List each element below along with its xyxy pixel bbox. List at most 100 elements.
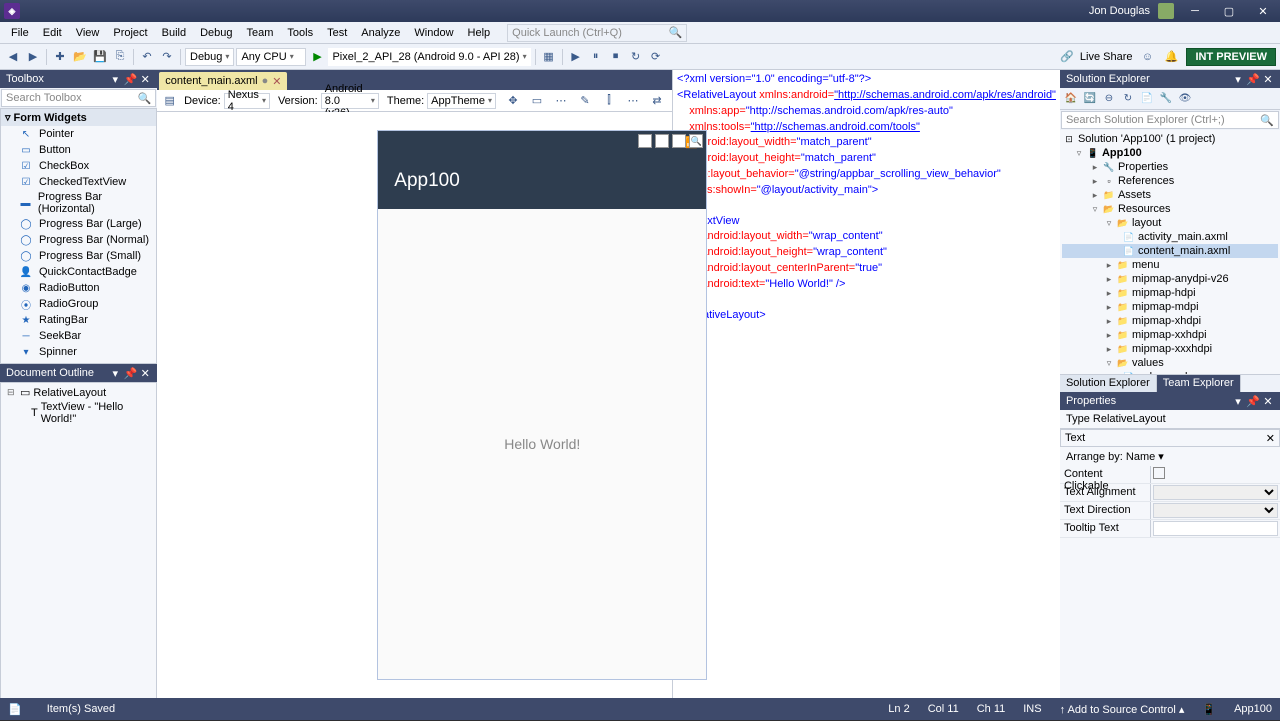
close-icon[interactable]: ✕ <box>1262 73 1274 85</box>
solution-node[interactable]: ⊡Solution 'App100' (1 project) <box>1062 132 1278 146</box>
forward-button[interactable]: ▶ <box>24 48 42 66</box>
menu-debug[interactable]: Debug <box>193 25 239 41</box>
tree-node[interactable]: ▸📁mipmap-hdpi <box>1062 286 1278 300</box>
toolbox-item[interactable]: ▾Spinner <box>1 344 156 360</box>
tree-node[interactable]: ▸🔧Properties <box>1062 160 1278 174</box>
close-icon[interactable]: ✕ <box>139 73 151 85</box>
toolbox-item[interactable]: ↖Pointer <box>1 126 156 142</box>
live-share-button[interactable]: Live Share <box>1080 51 1133 63</box>
tree-node[interactable]: ▸📁mipmap-anydpi-v26 <box>1062 272 1278 286</box>
edit-icon[interactable]: ✎ <box>576 92 594 110</box>
open-button[interactable]: 📂 <box>71 48 89 66</box>
se-search-input[interactable]: Search Solution Explorer (Ctrl+;)🔍 <box>1061 111 1279 129</box>
swap-icon[interactable]: ⇄ <box>648 92 666 110</box>
toolbox-item[interactable]: ─SeekBar <box>1 328 156 344</box>
outline-root[interactable]: ⊟▭RelativeLayout <box>3 385 154 400</box>
select-icon[interactable]: ▭ <box>528 92 546 110</box>
close-button[interactable]: ✕ <box>1250 1 1276 21</box>
close-icon[interactable]: ✕ <box>139 367 151 379</box>
avatar[interactable] <box>1158 3 1174 19</box>
tree-node[interactable]: ▸📁mipmap-mdpi <box>1062 300 1278 314</box>
maximize-button[interactable]: ▢ <box>1216 1 1242 21</box>
tab-solution-explorer[interactable]: Solution Explorer <box>1060 375 1157 392</box>
view-mode-icon[interactable]: ▤ <box>163 92 176 110</box>
start-button[interactable]: ▶ <box>308 48 326 66</box>
props-arrange[interactable]: Arrange by: Name ▾ <box>1060 447 1280 466</box>
new-button[interactable]: ✚ <box>51 48 69 66</box>
pin-icon[interactable]: ▾ <box>109 367 121 379</box>
more-icon[interactable]: ⋯ <box>624 92 642 110</box>
overlay-icon[interactable]: ◫ <box>638 134 652 148</box>
overlay-icon[interactable]: ☼ <box>655 134 669 148</box>
tree-node[interactable]: ▸📁mipmap-xxxhdpi <box>1062 342 1278 356</box>
device-combo[interactable]: Pixel_2_API_28 (Android 9.0 - API 28) <box>328 48 530 66</box>
menu-tools[interactable]: Tools <box>280 25 320 41</box>
undo-button[interactable]: ↶ <box>138 48 156 66</box>
pin-icon[interactable]: ▾ <box>109 73 121 85</box>
outline-child[interactable]: TTextView - "Hello World!" <box>3 400 154 426</box>
properties-icon[interactable]: 🔧 <box>1158 91 1174 107</box>
pin-icon[interactable]: 📌 <box>124 367 136 379</box>
toolbox-item[interactable]: ◯Progress Bar (Small) <box>1 248 156 264</box>
toolbox-item[interactable]: ◉RadioButton <box>1 280 156 296</box>
menu-team[interactable]: Team <box>240 25 281 41</box>
menu-project[interactable]: Project <box>106 25 154 41</box>
feedback-button[interactable]: ☺ <box>1138 48 1156 66</box>
toolbox-item[interactable]: ◯Progress Bar (Large) <box>1 216 156 232</box>
clear-icon[interactable]: ✕ <box>1266 432 1275 445</box>
tree-node[interactable]: ▸📁mipmap-xhdpi <box>1062 314 1278 328</box>
menu-build[interactable]: Build <box>155 25 193 41</box>
save-all-button[interactable]: ⎘ <box>111 48 129 66</box>
save-button[interactable]: 💾 <box>91 48 109 66</box>
tab-team-explorer[interactable]: Team Explorer <box>1157 375 1241 392</box>
file-node[interactable]: 📄content_main.axml <box>1062 244 1278 258</box>
props-category[interactable]: Text✕ <box>1060 429 1280 447</box>
minimize-button[interactable]: ─ <box>1182 1 1208 21</box>
toolbox-item[interactable]: ☑CheckBox <box>1 158 156 174</box>
project-node[interactable]: ▿📱App100 <box>1062 146 1278 160</box>
menu-analyze[interactable]: Analyze <box>354 25 407 41</box>
menu-help[interactable]: Help <box>461 25 498 41</box>
prop-combo[interactable] <box>1153 485 1278 500</box>
toolbox-item[interactable]: ▬Progress Bar (Horizontal) <box>1 190 156 216</box>
preview-icon[interactable]: 👁 <box>1177 91 1193 107</box>
tree-node[interactable]: ▸📁menu <box>1062 258 1278 272</box>
toolbox-search-input[interactable]: Search Toolbox🔍 <box>1 89 156 107</box>
platform-combo[interactable]: Any CPU <box>236 48 306 66</box>
sync-icon[interactable]: ↻ <box>1120 91 1136 107</box>
toolbox-group[interactable]: ▿Form Widgets <box>1 109 156 126</box>
split-icon[interactable]: ⫿ <box>600 92 618 110</box>
show-all-icon[interactable]: 📄 <box>1139 91 1155 107</box>
pan-icon[interactable]: ✥ <box>504 92 522 110</box>
prop-checkbox[interactable] <box>1153 467 1165 479</box>
design-surface[interactable]: 📶 ◫ ☼ ⊙ 🔍 App100 Hello World! <box>157 112 672 702</box>
tree-node[interactable]: ▿📂layout <box>1062 216 1278 230</box>
tree-node[interactable]: ▸📁Assets <box>1062 188 1278 202</box>
device-combo[interactable]: Nexus 4 <box>224 93 270 109</box>
close-icon[interactable]: ✕ <box>1262 395 1274 407</box>
refresh-icon[interactable]: 🔄 <box>1082 91 1098 107</box>
tree-node[interactable]: ▸📁mipmap-xxhdpi <box>1062 328 1278 342</box>
source-control-button[interactable]: ↑ Add to Source Control ▴ <box>1060 703 1185 716</box>
collapse-icon[interactable]: ⊖ <box>1101 91 1117 107</box>
close-icon[interactable]: ✕ <box>272 75 281 88</box>
toolbox-item[interactable]: ▭Button <box>1 142 156 158</box>
toolbox-item[interactable]: 👤QuickContactBadge <box>1 264 156 280</box>
tb-icon-6[interactable]: ⟳ <box>647 48 665 66</box>
toolbox-item[interactable]: ★RatingBar <box>1 312 156 328</box>
notifications-button[interactable]: 🔔 <box>1162 48 1180 66</box>
menu-window[interactable]: Window <box>407 25 460 41</box>
toolbox-item[interactable]: ⦿RadioGroup <box>1 296 156 312</box>
prop-text[interactable] <box>1153 521 1278 536</box>
toolbox-item[interactable]: ☑CheckedTextView <box>1 174 156 190</box>
overlay-icon[interactable]: 🔍 <box>689 134 703 148</box>
tree-node[interactable]: ▸▫References <box>1062 174 1278 188</box>
toolbox-item[interactable]: ◯Progress Bar (Normal) <box>1 232 156 248</box>
tb-icon-1[interactable]: ▦ <box>540 48 558 66</box>
tree-node[interactable]: ▿📂values <box>1062 356 1278 370</box>
redo-button[interactable]: ↷ <box>158 48 176 66</box>
code-editor[interactable]: <?xml version="1.0" encoding="utf-8"?> <… <box>673 70 1060 720</box>
tb-icon-5[interactable]: ↻ <box>627 48 645 66</box>
back-button[interactable]: ◀ <box>4 48 22 66</box>
tb-icon-3[interactable]: ⏸ <box>587 48 605 66</box>
